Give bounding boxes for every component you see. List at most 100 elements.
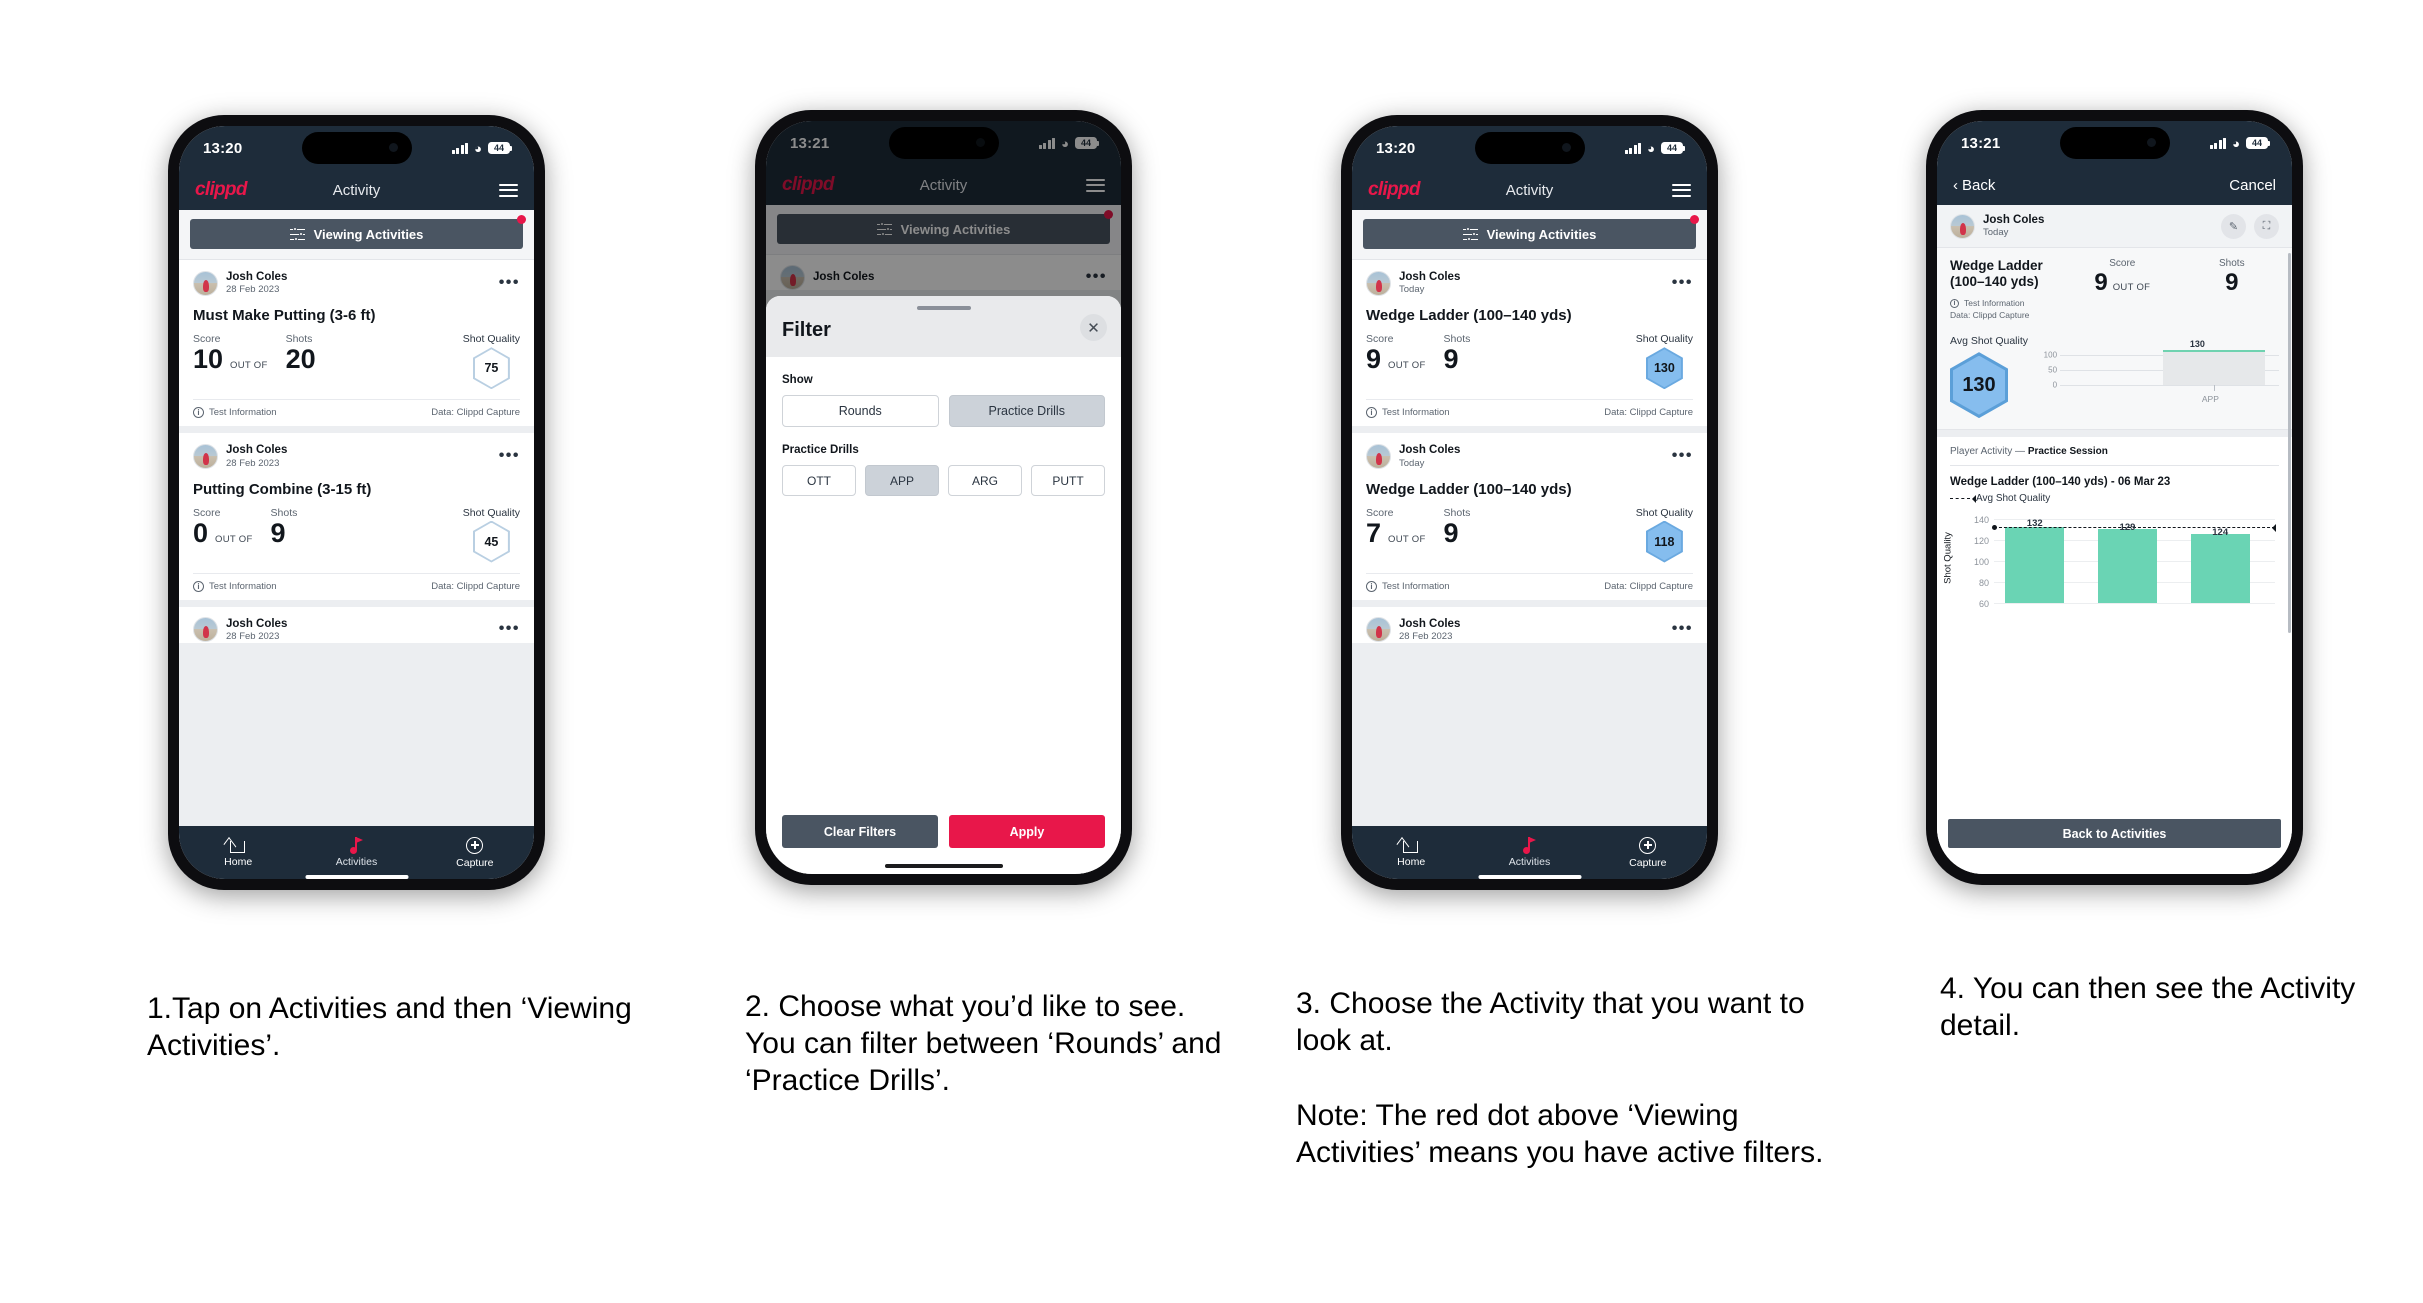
score-value: 10 (193, 344, 224, 375)
detail-user-row: Josh Coles Today ✎ ⛶ (1937, 205, 2292, 249)
card-divider (179, 426, 534, 434)
battery-indicator: 44 (2246, 137, 2270, 149)
shot-quality-hex: 75 (472, 347, 510, 390)
card-menu-icon[interactable]: ••• (1672, 620, 1693, 637)
data-source-label: Data: Clippd Capture (431, 580, 520, 592)
activity-card[interactable]: Josh Coles 28 Feb 2023 ••• Must Make Put… (179, 260, 534, 427)
activity-card[interactable]: Josh Coles 28 Feb 2023 ••• (179, 606, 534, 643)
chart-ytick: 140 (1973, 515, 1989, 526)
hamburger-icon[interactable] (1672, 183, 1691, 197)
chart-y-axis-label: Shot Quality (1942, 532, 1954, 584)
out-of-label: OUT OF (1388, 360, 1426, 372)
out-of-label: OUT OF (1388, 533, 1426, 545)
tab-label: Home (1397, 856, 1426, 868)
activity-feed-3[interactable]: Josh Coles Today ••• Wedge Ladder (100–1… (1352, 260, 1707, 826)
drill-chip-putt[interactable]: PUTT (1031, 465, 1105, 496)
avatar (193, 443, 218, 469)
plus-circle-icon (466, 836, 484, 854)
tab-activities[interactable]: Activities (1470, 837, 1588, 879)
golf-flag-icon (1521, 837, 1538, 854)
out-of-label: OUT OF (230, 360, 268, 372)
activity-card[interactable]: Josh Coles Today ••• Wedge Ladder (100–1… (1352, 260, 1707, 427)
data-source-label: Data: Clippd Capture (1604, 407, 1693, 419)
shot-quality-label: Shot Quality (1635, 506, 1693, 519)
filter-title: Filter (782, 319, 831, 341)
card-menu-icon[interactable]: ••• (499, 620, 520, 637)
user-name: Josh Coles (226, 271, 288, 283)
detail-scroll-area[interactable]: Josh Coles Today ✎ ⛶ Wedge Ladder (100–1… (1937, 205, 2292, 874)
chart-bar-value: 132 (2026, 518, 2043, 530)
drill-chip-group: OTT APP ARG PUTT (782, 465, 1105, 496)
activity-card[interactable]: Josh Coles Today ••• Wedge Ladder (100–1… (1352, 433, 1707, 600)
player-activity-line: Player Activity — Practice Session (1950, 446, 2279, 467)
wifi-icon: ◕ (2232, 135, 2240, 151)
status-bar-3: 13:20 ◕ 44 (1352, 126, 1707, 170)
tab-home[interactable]: Home (179, 837, 297, 868)
card-menu-icon[interactable]: ••• (499, 447, 520, 464)
apply-button[interactable]: Apply (949, 815, 1105, 848)
expand-icon[interactable]: ⛶ (2254, 213, 2279, 239)
active-tab-indicator (1478, 875, 1581, 879)
battery-indicator: 44 (488, 142, 512, 154)
avatar (1366, 443, 1391, 469)
card-menu-icon[interactable]: ••• (1672, 274, 1693, 291)
mini-chart-xlabel: APP (2201, 393, 2219, 404)
viewing-activities-button[interactable]: Viewing Activities (190, 219, 523, 249)
shots-label: Shots (1443, 506, 1471, 519)
activity-card[interactable]: Josh Coles 28 Feb 2023 ••• (1352, 606, 1707, 643)
shot-quality-value: 45 (474, 522, 508, 561)
shot-quality-label: Shot Quality (462, 333, 520, 346)
back-button[interactable]: ‹ Back (1953, 177, 1995, 194)
drill-chip-ott[interactable]: OTT (782, 465, 856, 496)
card-divider (1352, 599, 1707, 607)
tab-label: Capture (456, 856, 494, 869)
tutorial-board: 13:20 ◕ 44 clippd Activity Viewing Activ… (0, 0, 2423, 1303)
plus-circle-icon (1639, 836, 1657, 854)
show-option-rounds[interactable]: Rounds (782, 395, 939, 427)
pencil-icon[interactable]: ✎ (2221, 213, 2246, 239)
tab-home[interactable]: Home (1352, 837, 1470, 868)
score-label: Score (1366, 506, 1394, 519)
user-name: Josh Coles (1399, 444, 1461, 457)
cancel-button[interactable]: Cancel (2229, 177, 2276, 194)
show-toggle-group: Rounds Practice Drills (782, 395, 1105, 427)
shot-quality-bar-chart: Shot Quality 140 120 100 80 60 132 129 1… (1943, 513, 2279, 609)
shots-value: 9 (2225, 269, 2239, 297)
hamburger-icon[interactable] (499, 183, 518, 197)
viewing-activities-label: Viewing Activities (1486, 226, 1597, 242)
chevron-left-icon: ‹ (1953, 176, 1958, 194)
dynamic-island (301, 132, 412, 164)
tab-label: Activities (335, 856, 378, 868)
card-menu-icon[interactable]: ••• (499, 274, 520, 291)
scrollbar[interactable] (2288, 253, 2291, 633)
caption-step-2: 2. Choose what you’d like to see. You ca… (745, 990, 1222, 1098)
active-tab-indicator (305, 875, 408, 879)
drill-chip-arg[interactable]: ARG (948, 465, 1022, 496)
info-icon: i (1366, 580, 1377, 592)
activity-card[interactable]: Josh Coles 28 Feb 2023 ••• Putting Combi… (179, 433, 534, 600)
drill-chip-app[interactable]: APP (865, 465, 939, 496)
user-name: Josh Coles (1983, 214, 2045, 226)
card-menu-icon[interactable]: ••• (1672, 447, 1693, 464)
activity-date: 28 Feb 2023 (226, 457, 280, 469)
mini-chart-ytick: 100 (2043, 350, 2058, 360)
shot-quality-label: Shot Quality (462, 506, 520, 519)
viewing-activities-button[interactable]: Viewing Activities (1363, 219, 1696, 249)
chart-ytick: 100 (1973, 557, 1989, 568)
drag-handle[interactable] (916, 306, 971, 310)
active-filter-badge (1690, 215, 1699, 224)
tab-capture[interactable]: Capture (416, 836, 534, 869)
shots-value: 9 (270, 517, 286, 548)
close-icon[interactable]: ✕ (1080, 314, 1107, 341)
show-option-practice-drills[interactable]: Practice Drills (948, 395, 1105, 427)
activity-feed-1[interactable]: Josh Coles 28 Feb 2023 ••• Must Make Put… (179, 260, 534, 826)
tab-activities[interactable]: Activities (297, 837, 415, 879)
legend-dash-icon (1950, 495, 1976, 504)
back-to-activities-button[interactable]: Back to Activities (1948, 819, 2281, 848)
clear-filters-button[interactable]: Clear Filters (782, 815, 938, 848)
test-information-label: Test Information (1382, 407, 1450, 419)
clippd-logo: clippd (1368, 179, 1420, 200)
activity-date: 28 Feb 2023 (1399, 630, 1453, 642)
tab-capture[interactable]: Capture (1589, 836, 1707, 869)
filter-sheet-header: Filter ✕ (766, 296, 1121, 357)
